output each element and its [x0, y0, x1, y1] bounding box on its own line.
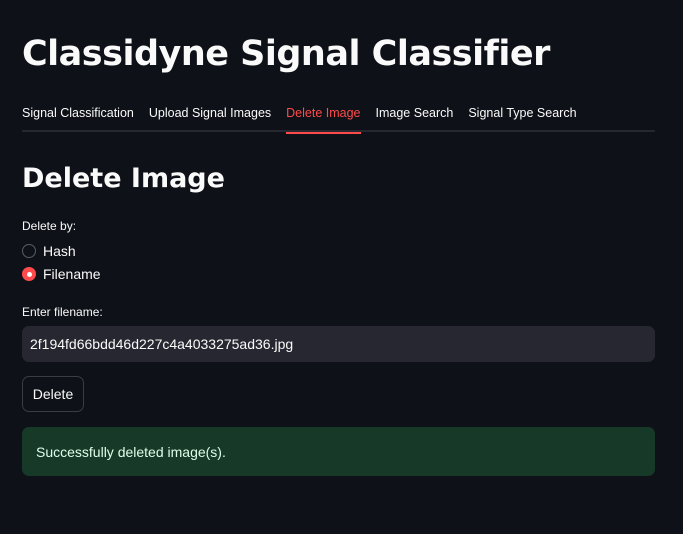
tab-upload-signal-images[interactable]: Upload Signal Images — [149, 104, 271, 132]
radio-checked-icon[interactable] — [22, 267, 36, 281]
delete-by-label: Delete by: — [22, 219, 77, 233]
tab-image-search[interactable]: Image Search — [376, 104, 454, 132]
filename-input[interactable] — [22, 326, 655, 362]
radio-option-filename[interactable]: Filename — [22, 266, 101, 282]
radio-option-label: Hash — [43, 243, 76, 259]
app-title: Classidyne Signal Classifier — [22, 34, 550, 74]
radio-unchecked-icon[interactable] — [22, 244, 36, 258]
radio-option-label: Filename — [43, 266, 101, 282]
filename-input-label: Enter filename: — [22, 305, 103, 319]
success-alert: Successfully deleted image(s). — [22, 427, 655, 476]
tab-signal-classification[interactable]: Signal Classification — [22, 104, 134, 132]
tab-signal-type-search[interactable]: Signal Type Search — [468, 104, 576, 132]
radio-option-hash[interactable]: Hash — [22, 243, 76, 259]
delete-button[interactable]: Delete — [22, 376, 84, 412]
section-title: Delete Image — [22, 163, 225, 194]
tab-delete-image[interactable]: Delete Image — [286, 104, 361, 134]
success-message: Successfully deleted image(s). — [36, 443, 226, 460]
tab-bar: Signal Classification Upload Signal Imag… — [22, 104, 655, 134]
page: Classidyne Signal Classifier Signal Clas… — [0, 0, 683, 534]
